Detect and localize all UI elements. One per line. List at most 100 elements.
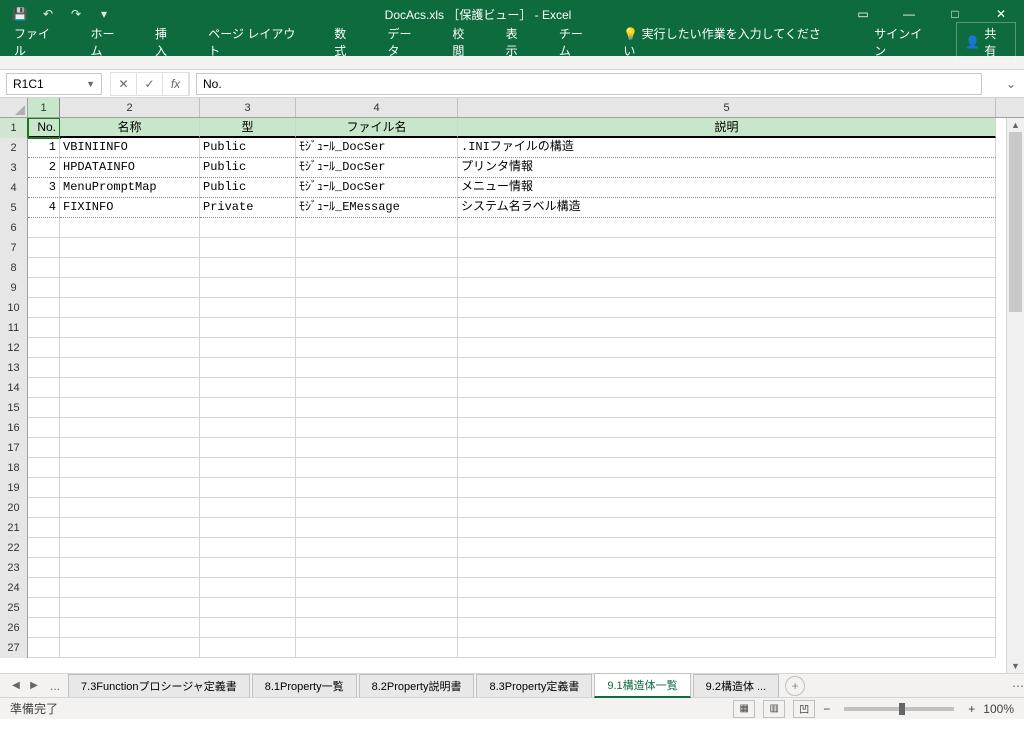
cell[interactable] bbox=[458, 458, 996, 478]
row-header[interactable]: 10 bbox=[0, 298, 28, 318]
cell[interactable] bbox=[458, 418, 996, 438]
row-header[interactable]: 27 bbox=[0, 638, 28, 658]
row-header[interactable]: 11 bbox=[0, 318, 28, 338]
cell[interactable] bbox=[458, 398, 996, 418]
cell[interactable] bbox=[296, 318, 458, 338]
sheet-options-icon[interactable]: ⋯ bbox=[1012, 679, 1024, 693]
cell[interactable] bbox=[28, 618, 60, 638]
row-header[interactable]: 8 bbox=[0, 258, 28, 278]
cell[interactable] bbox=[458, 338, 996, 358]
cell[interactable] bbox=[60, 578, 200, 598]
cell[interactable]: プリンタ情報 bbox=[458, 158, 996, 178]
cell[interactable] bbox=[296, 598, 458, 618]
add-sheet-icon[interactable]: + bbox=[785, 676, 805, 696]
cell[interactable] bbox=[296, 438, 458, 458]
cell[interactable] bbox=[28, 318, 60, 338]
cell[interactable] bbox=[28, 478, 60, 498]
cell-header-no[interactable]: No. bbox=[28, 118, 60, 138]
cell[interactable] bbox=[200, 538, 296, 558]
name-box[interactable]: R1C1▼ bbox=[6, 73, 102, 95]
cell[interactable] bbox=[200, 438, 296, 458]
cell[interactable] bbox=[60, 278, 200, 298]
cell[interactable] bbox=[60, 638, 200, 658]
row-header[interactable]: 3 bbox=[0, 158, 28, 178]
grid-area[interactable]: 1No.名称型ファイル名説明21VBINIINFOPublicﾓｼﾞｭｰﾙ_Do… bbox=[0, 118, 1006, 673]
cell[interactable] bbox=[200, 238, 296, 258]
cell[interactable]: 2 bbox=[28, 158, 60, 178]
expand-formula-icon[interactable]: ⌄ bbox=[1002, 77, 1020, 91]
cell[interactable] bbox=[28, 438, 60, 458]
cell[interactable]: HPDATAINFO bbox=[60, 158, 200, 178]
cell[interactable] bbox=[296, 638, 458, 658]
cell[interactable] bbox=[28, 498, 60, 518]
cell[interactable] bbox=[28, 238, 60, 258]
sheet-tab[interactable]: 7.3Functionプロシージャ定義書 bbox=[68, 674, 250, 697]
row-header[interactable]: 19 bbox=[0, 478, 28, 498]
tab-file[interactable]: ファイル bbox=[8, 21, 66, 63]
cell[interactable] bbox=[296, 478, 458, 498]
cell[interactable] bbox=[458, 618, 996, 638]
share-button[interactable]: 👤 共有 bbox=[956, 22, 1016, 62]
scroll-up-icon[interactable]: ▲ bbox=[1007, 118, 1024, 132]
cell[interactable]: ﾓｼﾞｭｰﾙ_DocSer bbox=[296, 178, 458, 198]
row-header[interactable]: 24 bbox=[0, 578, 28, 598]
select-all-button[interactable] bbox=[0, 98, 28, 118]
cell[interactable] bbox=[28, 558, 60, 578]
tab-layout[interactable]: ページ レイアウト bbox=[202, 21, 310, 63]
cell[interactable] bbox=[28, 278, 60, 298]
cell[interactable] bbox=[200, 618, 296, 638]
row-header[interactable]: 4 bbox=[0, 178, 28, 198]
cell[interactable]: Public bbox=[200, 138, 296, 158]
cell[interactable] bbox=[296, 518, 458, 538]
zoom-out-icon[interactable]: − bbox=[823, 702, 830, 716]
cell[interactable] bbox=[296, 418, 458, 438]
cell[interactable] bbox=[200, 298, 296, 318]
cell[interactable] bbox=[296, 298, 458, 318]
zoom-slider[interactable] bbox=[844, 707, 954, 711]
cell[interactable] bbox=[200, 258, 296, 278]
cell[interactable] bbox=[296, 278, 458, 298]
cell-header-type[interactable]: 型 bbox=[200, 118, 296, 138]
row-header[interactable]: 17 bbox=[0, 438, 28, 458]
cell[interactable] bbox=[296, 338, 458, 358]
cell[interactable] bbox=[458, 578, 996, 598]
cell[interactable] bbox=[60, 598, 200, 618]
cell[interactable] bbox=[296, 618, 458, 638]
cell[interactable] bbox=[28, 518, 60, 538]
cell[interactable] bbox=[200, 518, 296, 538]
cell-header-desc[interactable]: 説明 bbox=[458, 118, 996, 138]
cell[interactable] bbox=[200, 598, 296, 618]
cell[interactable] bbox=[458, 218, 996, 238]
cell[interactable] bbox=[200, 498, 296, 518]
cell[interactable] bbox=[60, 238, 200, 258]
cell[interactable]: FIXINFO bbox=[60, 198, 200, 218]
cell[interactable] bbox=[200, 478, 296, 498]
cell[interactable] bbox=[296, 398, 458, 418]
cell[interactable] bbox=[200, 458, 296, 478]
sheet-tab-active[interactable]: 9.1構造体一覧 bbox=[594, 673, 690, 698]
row-header[interactable]: 1 bbox=[0, 118, 28, 138]
cell[interactable] bbox=[60, 418, 200, 438]
cell[interactable] bbox=[458, 318, 996, 338]
cell[interactable] bbox=[458, 598, 996, 618]
row-header[interactable]: 2 bbox=[0, 138, 28, 158]
cell[interactable] bbox=[296, 498, 458, 518]
cell[interactable] bbox=[60, 338, 200, 358]
fx-icon[interactable]: fx bbox=[163, 73, 189, 95]
cell[interactable]: Public bbox=[200, 158, 296, 178]
normal-view-icon[interactable]: ▦ bbox=[733, 700, 755, 718]
cell[interactable] bbox=[458, 238, 996, 258]
cell[interactable] bbox=[60, 358, 200, 378]
cell[interactable]: メニュー情報 bbox=[458, 178, 996, 198]
cell[interactable] bbox=[60, 478, 200, 498]
cell[interactable] bbox=[200, 278, 296, 298]
sheet-tab[interactable]: 8.2Property説明書 bbox=[359, 674, 475, 697]
tab-data[interactable]: データ bbox=[381, 21, 428, 63]
cell[interactable] bbox=[28, 378, 60, 398]
page-break-view-icon[interactable]: 凹 bbox=[793, 700, 815, 718]
cell[interactable] bbox=[60, 498, 200, 518]
row-header[interactable]: 20 bbox=[0, 498, 28, 518]
row-header[interactable]: 9 bbox=[0, 278, 28, 298]
row-header[interactable]: 7 bbox=[0, 238, 28, 258]
cell[interactable] bbox=[458, 518, 996, 538]
